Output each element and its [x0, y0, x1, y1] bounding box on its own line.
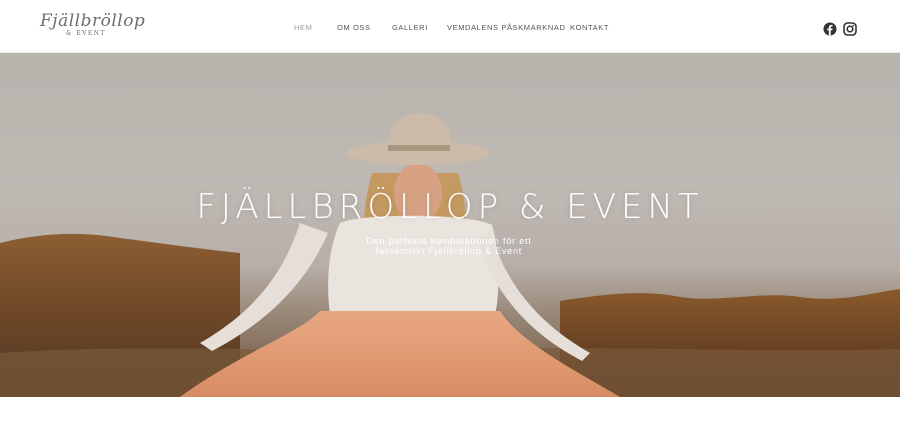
nav-item-kontakt[interactable]: KONTAKT [570, 23, 609, 32]
facebook-icon[interactable] [823, 22, 837, 36]
hero-subtitle-line2: fantastiskt Fjällbröllop & Event [375, 246, 523, 256]
hero-subtitle: Den perfekta kombinationen för ett fanta… [349, 236, 549, 256]
nav-item-paskmarknad[interactable]: VEMDALENS PÅSKMARKNAD [447, 23, 565, 32]
instagram-icon[interactable] [843, 22, 857, 36]
hero-banner: FJÄLLBRÖLLOP & EVENT Den perfekta kombin… [0, 53, 900, 397]
content-area [0, 397, 900, 442]
nav-item-om-oss[interactable]: OM OSS [337, 23, 371, 32]
hero-title: FJÄLLBRÖLLOP & EVENT [196, 187, 704, 227]
main-nav: HEM OM OSS GALLERI VEMDALENS PÅSKMARKNAD… [0, 0, 900, 53]
hero-subtitle-line1: Den perfekta kombinationen för ett [366, 236, 532, 246]
nav-item-hem[interactable]: HEM [294, 23, 312, 32]
nav-item-galleri[interactable]: GALLERI [392, 23, 428, 32]
site-header: Fjällbröllop & EVENT HEM OM OSS GALLERI … [0, 0, 900, 53]
